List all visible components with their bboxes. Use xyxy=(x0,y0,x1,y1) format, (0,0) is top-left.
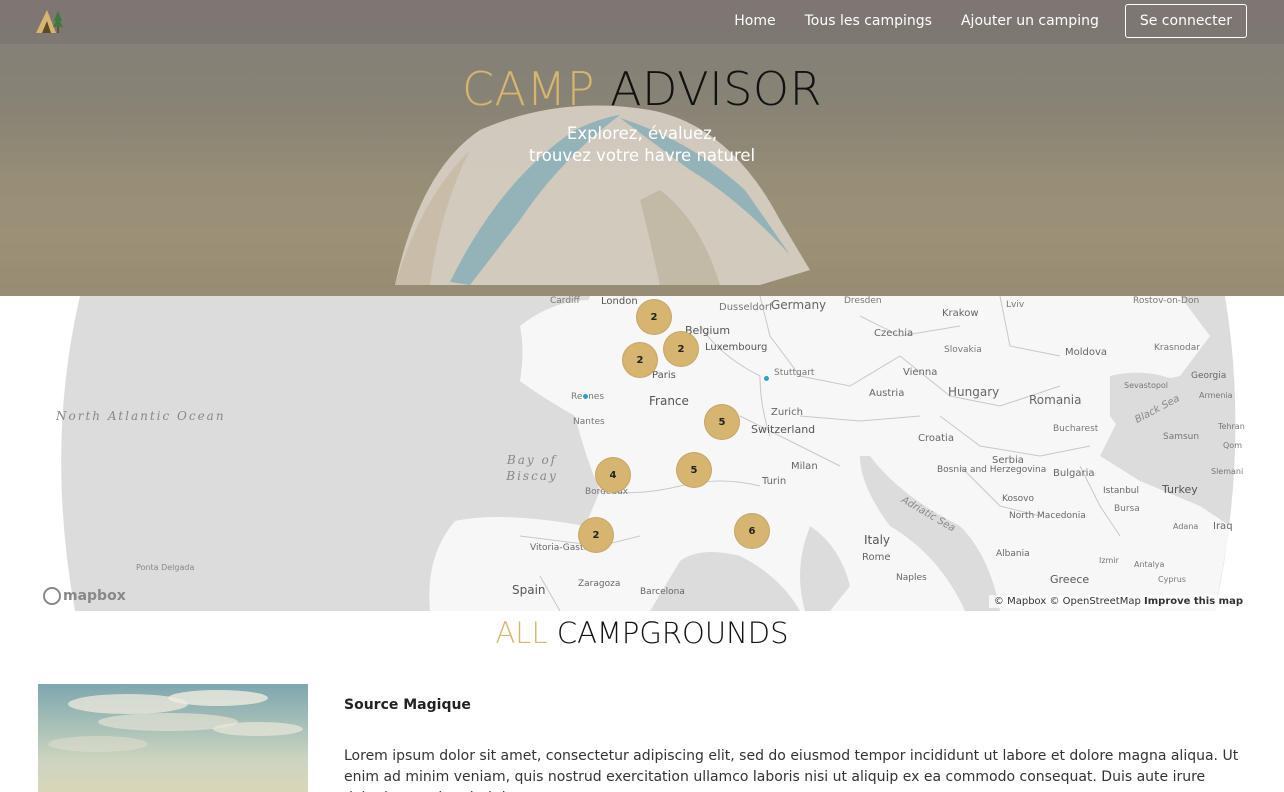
map-label-switzerland: Switzerland xyxy=(751,423,816,436)
hero-subtitle-line2: trouvez votre havre naturel xyxy=(528,146,756,165)
map-label-bulgaria: Bulgaria xyxy=(1053,468,1095,479)
hero-title: CAMP ADVISOR xyxy=(0,62,1284,116)
map-cluster-marker[interactable]: 4 xyxy=(595,457,631,493)
hero-subtitle: Explorez, évaluez, trouvez votre havre n… xyxy=(0,123,1284,167)
map-label-london: London xyxy=(601,296,638,307)
map-label-serbia: Serbia xyxy=(992,455,1024,466)
nav-links: Home Tous les campings Ajouter un campin… xyxy=(705,3,1247,39)
map-label-spain: Spain xyxy=(512,583,546,597)
map-label-czechia: Czechia xyxy=(874,328,914,339)
map-cluster-marker[interactable]: 2 xyxy=(622,342,658,378)
hero-title-main: ADVISOR xyxy=(610,62,823,116)
map-label-turkey: Turkey xyxy=(1162,483,1198,496)
map-label-stuttgart: Stuttgart xyxy=(774,368,815,378)
map-label-bucharest: Bucharest xyxy=(1053,424,1099,434)
map-label-slemani: Slemani xyxy=(1211,467,1244,476)
section-title: ALL CAMPGROUNDS xyxy=(0,616,1284,650)
hero-title-accent: CAMP xyxy=(461,62,595,116)
map-label-iraq: Iraq xyxy=(1213,521,1233,532)
nav-link-add-campground[interactable]: Ajouter un camping xyxy=(961,13,1099,29)
map-label-austria: Austria xyxy=(869,388,905,399)
map-label-krasnodar: Krasnodar xyxy=(1154,343,1200,353)
map-label-krakow: Krakow xyxy=(942,308,979,319)
map-label-dusseldorf: Dusseldorf xyxy=(719,302,773,313)
map-label-georgia: Georgia xyxy=(1191,371,1227,381)
section-title-main: CAMPGROUNDS xyxy=(556,616,789,650)
map-label-rostov: Rostov-on-Don xyxy=(1133,296,1200,306)
mapbox-logo-text: mapbox xyxy=(63,588,126,604)
map-label-naples: Naples xyxy=(896,573,927,583)
map-label-greece: Greece xyxy=(1050,573,1090,586)
mapbox-logo[interactable]: mapbox xyxy=(43,587,126,605)
map-label-hungary: Hungary xyxy=(948,385,1000,399)
map-label-rome: Rome xyxy=(862,552,891,563)
campground-image[interactable] xyxy=(38,684,308,792)
map-label-ponta-delgada: Ponta Delgada xyxy=(136,563,195,572)
map-label-milan: Milan xyxy=(791,461,818,472)
map-label-germany: Germany xyxy=(771,298,827,312)
map-cluster-marker[interactable]: 2 xyxy=(663,331,699,367)
map-label-romania: Romania xyxy=(1029,393,1082,407)
map-label-antalya: Antalya xyxy=(1134,560,1165,569)
hero-subtitle-line1: Explorez, évaluez, xyxy=(566,124,718,143)
map-label-cyprus: Cyprus xyxy=(1158,575,1186,584)
campground-photo xyxy=(48,690,303,752)
map-label-nantes: Nantes xyxy=(573,417,605,427)
map-label-sevastopol: Sevastopol xyxy=(1124,381,1169,390)
map-label-cardiff: Cardiff xyxy=(550,296,580,306)
map-attribution-text[interactable]: © Mapbox © OpenStreetMap xyxy=(994,596,1141,607)
bay-label: Bay of Biscay xyxy=(506,453,558,483)
map-cluster-marker[interactable]: 5 xyxy=(676,452,712,488)
map-label-istanbul: Istanbul xyxy=(1103,486,1140,496)
nav-link-all-campgrounds[interactable]: Tous les campings xyxy=(805,13,932,29)
map-label-moldova: Moldova xyxy=(1065,347,1108,358)
map-pin-marker[interactable] xyxy=(763,375,770,382)
tent-logo-icon[interactable] xyxy=(34,7,64,35)
mapbox-logo-icon xyxy=(43,587,61,605)
map-label-zaragoza: Zaragoza xyxy=(578,579,621,589)
map-label-kosovo: Kosovo xyxy=(1002,494,1034,504)
map-label-tehran: Tehran xyxy=(1218,422,1245,431)
map-label-north-macedonia: North Macedonia xyxy=(1009,511,1086,521)
map-pin-marker[interactable] xyxy=(582,393,589,400)
nav-link-home[interactable]: Home xyxy=(734,13,775,29)
improve-map-link[interactable]: Improve this map xyxy=(1144,596,1243,607)
campground-map[interactable]: North Atlantic Ocean Bay of Biscay Germa… xyxy=(0,296,1284,611)
map-label-lviv: Lviv xyxy=(1006,300,1025,310)
campground-description: Lorem ipsum dolor sit amet, consectetur … xyxy=(344,748,1239,792)
section-title-accent: ALL xyxy=(495,616,548,650)
map-cluster-marker[interactable]: 2 xyxy=(578,517,614,553)
map-label-paris: Paris xyxy=(652,370,676,381)
campground-name[interactable]: Source Magique xyxy=(344,697,471,713)
map-label-luxembourg: Luxembourg xyxy=(705,342,768,353)
map-label-turin: Turin xyxy=(762,476,787,487)
map-cluster-marker[interactable]: 6 xyxy=(734,513,770,549)
map-label-bursa: Bursa xyxy=(1114,504,1140,514)
map-label-italy: Italy xyxy=(864,533,891,547)
map-label-armenia: Armenia xyxy=(1199,391,1233,400)
map-label-adana: Adana xyxy=(1173,522,1199,531)
map-attribution: © Mapbox © OpenStreetMap Improve this ma… xyxy=(988,595,1248,608)
map-cluster-marker[interactable]: 2 xyxy=(636,299,672,335)
map-label-barcelona: Barcelona xyxy=(640,587,685,597)
map-label-qom: Qom xyxy=(1223,441,1242,450)
map-label-albania: Albania xyxy=(996,549,1030,559)
map-label-samsun: Samsun xyxy=(1163,432,1200,442)
map-label-croatia: Croatia xyxy=(918,433,954,444)
map-label-vienna: Vienna xyxy=(903,367,938,378)
map-label-zurich: Zurich xyxy=(771,407,803,418)
map-label-izmir: Izmir xyxy=(1099,556,1119,565)
ocean-label: North Atlantic Ocean xyxy=(56,409,226,423)
navbar: Home Tous les campings Ajouter un campin… xyxy=(0,0,1284,44)
map-label-slovakia: Slovakia xyxy=(944,345,982,355)
map-label-dresden: Dresden xyxy=(844,296,882,306)
map-label-france: France xyxy=(649,394,689,408)
login-button[interactable]: Se connecter xyxy=(1124,4,1247,38)
map-cluster-marker[interactable]: 5 xyxy=(704,404,740,440)
